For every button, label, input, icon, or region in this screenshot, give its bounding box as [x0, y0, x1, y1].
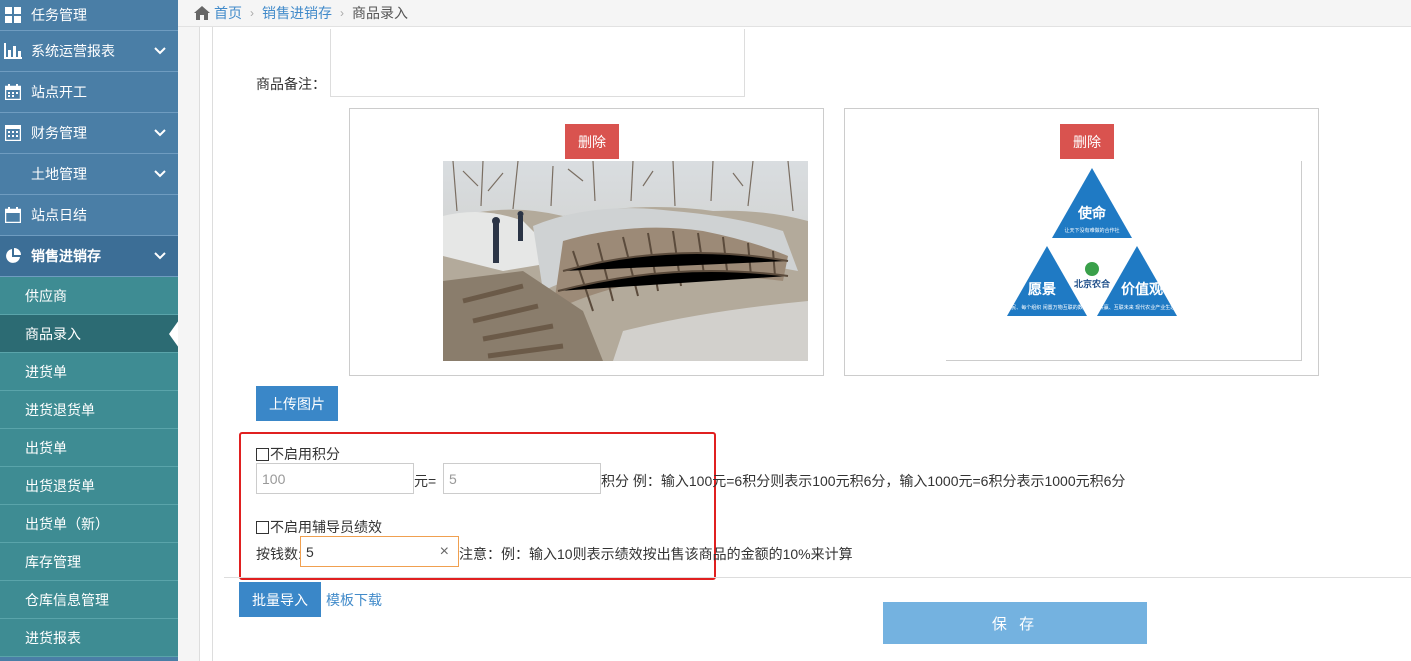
points-value-input[interactable]: 5: [443, 463, 601, 494]
points-hint: 积分 例：输入100元=6积分则表示100元积6分，输入1000元=6积分表示1…: [601, 473, 1126, 489]
divider: [224, 577, 1411, 578]
sidebar-item-label: 土地管理: [31, 166, 87, 182]
logo-vision-text: 愿景: [1028, 281, 1056, 297]
performance-label: 按钱数:: [256, 546, 302, 562]
sidebar-item-label: 销售进销存: [31, 248, 101, 264]
sidebar-item-label: 任务管理: [31, 7, 87, 23]
logo-company-name: 北京农合: [1074, 278, 1111, 289]
sidebar-subitem-label: 进货报表: [25, 629, 81, 646]
sidebar-subitem-purchase-report[interactable]: 进货报表: [0, 619, 178, 657]
sidebar-subitem-label: 进货单: [25, 363, 67, 380]
remark-textarea[interactable]: [330, 29, 745, 97]
logo-mission-text: 使命: [1077, 205, 1107, 221]
pie-chart-icon: [4, 247, 22, 265]
calculator-icon: [4, 124, 22, 142]
sidebar-subitem-label: 供应商: [25, 287, 67, 304]
sidebar-subitem-product-entry[interactable]: 商品录入: [0, 315, 178, 353]
sidebar-subitem-label: 出货单: [25, 439, 67, 456]
disable-performance-row: 不启用辅导员绩效: [256, 517, 382, 537]
sidebar-item-daily-settlement[interactable]: 站点日结: [0, 195, 178, 236]
chevron-down-icon: [154, 126, 166, 140]
save-button[interactable]: 保 存: [883, 602, 1147, 644]
breadcrumb-sales-link[interactable]: 销售进销存: [262, 3, 332, 23]
disable-points-row: 不启用积分: [256, 444, 340, 464]
sidebar-subitem-label: 进货退货单: [25, 401, 95, 418]
delete-image-button[interactable]: 删除: [565, 124, 619, 159]
sidebar-subitem-label: 库存管理: [25, 553, 81, 570]
home-icon: [194, 6, 210, 20]
sidebar-subitem-label: 出货退货单: [25, 477, 95, 494]
clear-icon[interactable]: ×: [440, 543, 449, 561]
product-photo: [443, 161, 808, 361]
sidebar-subitem-label: 出货单（新）: [25, 515, 109, 532]
image-card: 删除 使命 让天下没有难做的合作社 愿景 让每个农民、每个组织 闲置万物互联的数…: [844, 108, 1319, 376]
sidebar-subitem-label: 仓库信息管理: [25, 591, 109, 608]
upload-image-button[interactable]: 上传图片: [256, 386, 338, 421]
calendar-icon: [4, 206, 22, 224]
breadcrumb-separator: ›: [250, 6, 254, 20]
sidebar-item-label: 站点日结: [31, 207, 87, 223]
breadcrumb-separator: ›: [340, 6, 344, 20]
performance-hint: 注意：例：输入10则表示绩效按出售该商品的金额的10%来计算: [459, 546, 853, 562]
delete-image-button[interactable]: 删除: [1060, 124, 1114, 159]
points-amount-value: 100: [262, 470, 286, 487]
sidebar-subitem-shipment-return[interactable]: 出货退货单: [0, 467, 178, 505]
yuan-equals-label: 元=: [414, 473, 437, 489]
grid-icon: [4, 6, 22, 24]
breadcrumb-current: 商品录入: [352, 5, 408, 21]
bar-chart-icon: [4, 42, 22, 60]
template-download-link[interactable]: 模板下载: [326, 590, 382, 610]
chevron-down-icon: [154, 249, 166, 263]
sidebar-item-system-reports[interactable]: 系统运营报表: [0, 31, 178, 72]
calendar-icon: [4, 83, 22, 101]
chevron-down-icon: [154, 44, 166, 58]
points-value: 5: [449, 470, 457, 487]
sidebar-item-label: 系统运营报表: [31, 43, 115, 59]
logo-vision-subtext: 让每个农民、每个组织 闲置万物互联的数字化世界: [991, 304, 1102, 311]
breadcrumb: 首页 › 销售进销存 › 商品录入: [178, 0, 1411, 27]
sidebar-subitem-purchase-return[interactable]: 进货退货单: [0, 391, 178, 429]
sidebar-item-land[interactable]: 土地管理: [0, 154, 178, 195]
company-logo-image: 使命 让天下没有难做的合作社 愿景 让每个农民、每个组织 闲置万物互联的数字化世…: [946, 161, 1302, 361]
sidebar-item-label: 财务管理: [31, 125, 87, 141]
sidebar-item-finance[interactable]: 财务管理: [0, 113, 178, 154]
main-content: 商品备注： 删除 删除 使命 让天下没有难做的合作社 愿景 让每个农民、每个组织…: [212, 27, 1411, 661]
sidebar-subitem-purchase-order[interactable]: 进货单: [0, 353, 178, 391]
points-amount-input[interactable]: 100: [256, 463, 414, 494]
sidebar-subitem-shipment-new[interactable]: 出货单（新）: [0, 505, 178, 543]
remark-label: 商品备注：: [256, 76, 326, 92]
image-card: 删除: [349, 108, 824, 376]
gutter: [178, 0, 200, 661]
sidebar-subitem-label: 商品录入: [25, 325, 81, 342]
disable-performance-label: 不启用辅导员绩效: [270, 519, 382, 535]
sidebar-subitem-shipment[interactable]: 出货单: [0, 429, 178, 467]
logo-values-subtext: 合力共赢、互联未来 现代农业产业生态平台: [1089, 304, 1185, 311]
disable-points-checkbox[interactable]: [256, 447, 269, 461]
sidebar-item-task-management[interactable]: 任务管理: [0, 0, 178, 31]
sidebar-subitem-inventory[interactable]: 库存管理: [0, 543, 178, 581]
batch-import-button[interactable]: 批量导入: [239, 582, 321, 617]
performance-value: 5: [306, 543, 314, 560]
breadcrumb-home-link[interactable]: 首页: [214, 3, 242, 23]
disable-performance-checkbox[interactable]: [256, 520, 269, 534]
sidebar-item-sales-inventory[interactable]: 销售进销存: [0, 236, 178, 277]
sidebar-subitem-warehouse[interactable]: 仓库信息管理: [0, 581, 178, 619]
performance-value-input[interactable]: 5 ×: [300, 536, 459, 567]
logo-values-text: 价值观: [1121, 281, 1163, 297]
logo-mission-subtext: 让天下没有难做的合作社: [1064, 227, 1119, 234]
sidebar-subitem-supplier[interactable]: 供应商: [0, 277, 178, 315]
disable-points-label: 不启用积分: [270, 446, 340, 462]
sidebar-item-label: 站点开工: [31, 84, 87, 100]
sidebar: 任务管理 系统运营报表 站点开工 财务管理 土地管理 站点日结 销售进销存 供应…: [0, 0, 178, 661]
chevron-down-icon: [154, 167, 166, 181]
sidebar-item-site-start[interactable]: 站点开工: [0, 72, 178, 113]
